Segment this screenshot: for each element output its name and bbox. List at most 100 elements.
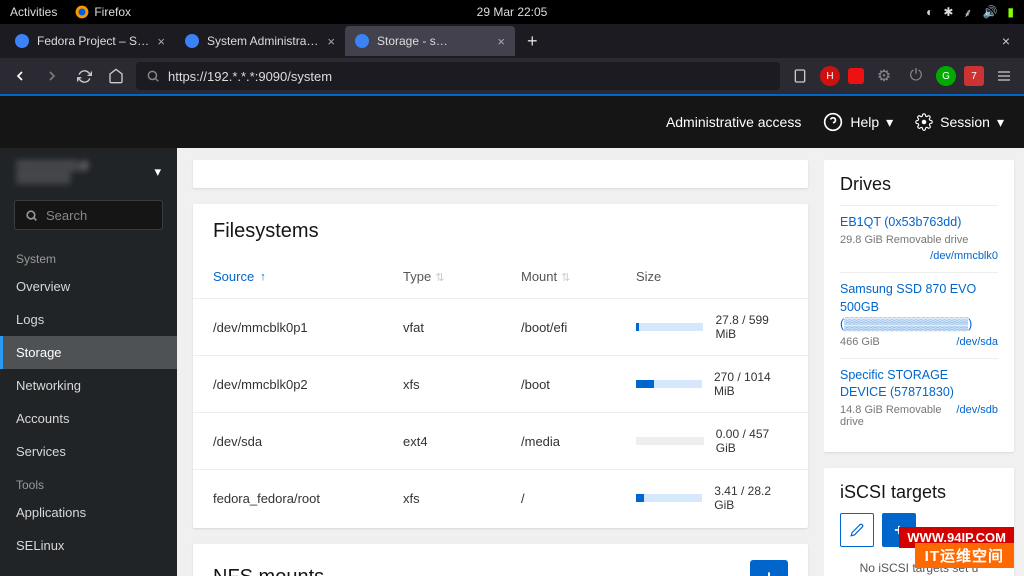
extension-icon[interactable]: H: [820, 66, 840, 86]
sidebar-group-label: Tools: [0, 468, 177, 496]
sidebar: ▒▒▒▒▒▒▒▒@ ▒▒▒▒▒▒▒ ▾ Search System Overvi…: [0, 148, 177, 576]
extension-icon[interactable]: G: [936, 66, 956, 86]
close-icon[interactable]: ×: [327, 34, 335, 49]
sidebar-item-selinux[interactable]: SELinux: [0, 529, 177, 562]
add-nfs-button[interactable]: [750, 560, 788, 576]
column-header-source[interactable]: Source ↑: [213, 269, 403, 284]
plus-icon: [761, 569, 777, 576]
browser-toolbar: https://192.*.*.*:9090/system H ⚙ ⏻ G 7: [0, 58, 1024, 94]
sidebar-item-services[interactable]: Services: [0, 435, 177, 468]
chevron-down-icon: ▾: [886, 114, 893, 131]
cell-size: 0.00 / 457 GiB: [716, 427, 788, 455]
volume-icon[interactable]: 🔊: [982, 5, 997, 19]
gear-icon: [915, 113, 933, 131]
activities-button[interactable]: Activities: [10, 5, 57, 19]
new-tab-button[interactable]: +: [515, 31, 550, 52]
wifi-icon[interactable]: ⸙: [963, 4, 972, 21]
cell-mount: /: [521, 491, 636, 506]
sort-icon: ⇅: [561, 272, 570, 284]
drive-item[interactable]: Samsung SSD 870 EVO 500GB (▒▒▒▒▒▒▒▒▒▒▒▒▒…: [840, 272, 998, 358]
reader-icon[interactable]: [788, 64, 812, 88]
browser-tab-bar: Fedora Project – Start Pag × System Admi…: [0, 24, 1024, 58]
reload-button[interactable]: [72, 64, 96, 88]
cockpit-header: Administrative access Help ▾ Session ▾: [0, 96, 1024, 148]
admin-access-label[interactable]: Administrative access: [666, 114, 801, 130]
sidebar-search[interactable]: Search: [14, 200, 163, 230]
active-app[interactable]: Firefox: [75, 5, 131, 19]
favicon-icon: [15, 34, 29, 48]
extension-icon[interactable]: ⚙: [872, 64, 896, 88]
close-icon[interactable]: ×: [497, 34, 505, 49]
system-tray[interactable]: ◐ ✱ ⸙ 🔊 ▮: [926, 4, 1014, 21]
table-row[interactable]: /dev/mmcblk0p2 xfs /boot 270 / 1014 MiB: [193, 355, 808, 412]
cell-size: 3.41 / 28.2 GiB: [714, 484, 788, 512]
forward-button[interactable]: [40, 64, 64, 88]
chevron-down-icon: ▾: [997, 114, 1004, 131]
sidebar-item-applications[interactable]: Applications: [0, 496, 177, 529]
card-title: NFS mounts: [213, 566, 324, 576]
home-button[interactable]: [104, 64, 128, 88]
browser-tab[interactable]: Fedora Project – Start Pag ×: [5, 26, 175, 56]
close-icon[interactable]: ×: [157, 34, 165, 49]
cell-mount: /boot: [521, 377, 636, 392]
sidebar-item-networking[interactable]: Networking: [0, 369, 177, 402]
sort-icon: ⇅: [435, 272, 444, 284]
sidebar-host-selector[interactable]: ▒▒▒▒▒▒▒▒@ ▒▒▒▒▒▒▒ ▾: [0, 148, 177, 196]
extension-icon[interactable]: ⏻: [904, 64, 928, 88]
sidebar-item-overview[interactable]: Overview: [0, 270, 177, 303]
battery-icon[interactable]: ▮: [1007, 5, 1014, 19]
sidebar-item-accounts[interactable]: Accounts: [0, 402, 177, 435]
cell-size: 270 / 1014 MiB: [714, 370, 788, 398]
card-title: Drives: [840, 174, 998, 195]
search-icon: [146, 69, 160, 83]
help-icon: [823, 112, 843, 132]
search-placeholder: Search: [46, 208, 87, 223]
sidebar-item-logs[interactable]: Logs: [0, 303, 177, 336]
gnome-top-bar: Activities Firefox 29 Mar 22:05 ◐ ✱ ⸙ 🔊 …: [0, 0, 1024, 24]
filesystems-table: Source ↑ Type⇅ Mount⇅ Size /dev/mmcblk0p…: [193, 255, 808, 526]
settings-tray-icon[interactable]: ✱: [943, 5, 953, 19]
table-row[interactable]: /dev/mmcblk0p1 vfat /boot/efi 27.8 / 599…: [193, 298, 808, 355]
menu-button[interactable]: [992, 64, 1016, 88]
usage-bar: [636, 494, 702, 502]
browser-tab[interactable]: System Administration – F ×: [175, 26, 345, 56]
column-header-mount[interactable]: Mount⇅: [521, 269, 636, 284]
extension-icon[interactable]: [848, 68, 864, 84]
sidebar-group-label: System: [0, 242, 177, 270]
iscsi-edit-button[interactable]: [840, 513, 874, 547]
cell-mount: /boot/efi: [521, 320, 636, 335]
cell-type: xfs: [403, 377, 521, 392]
clock[interactable]: 29 Mar 22:05: [477, 5, 548, 19]
back-button[interactable]: [8, 64, 32, 88]
card-title: iSCSI targets: [840, 482, 998, 503]
usage-bar: [636, 437, 704, 445]
table-row[interactable]: /dev/sda ext4 /media 0.00 / 457 GiB: [193, 412, 808, 469]
tray-icon[interactable]: ◐: [926, 5, 933, 19]
pencil-icon: [850, 523, 864, 537]
nfs-mounts-card: NFS mounts: [193, 544, 808, 576]
cell-type: xfs: [403, 491, 521, 506]
card: [193, 160, 808, 188]
filesystems-card: Filesystems Source ↑ Type⇅ Mount⇅ Size /…: [193, 204, 808, 528]
help-menu[interactable]: Help ▾: [823, 112, 893, 132]
drive-item[interactable]: EB1QT (0x53b763dd) 29.8 GiB Removable dr…: [840, 205, 998, 272]
window-close-button[interactable]: ×: [988, 33, 1024, 49]
column-header-type[interactable]: Type⇅: [403, 269, 521, 284]
card-title: Filesystems: [193, 204, 808, 255]
cell-source: fedora_fedora/root: [213, 491, 403, 506]
favicon-icon: [185, 34, 199, 48]
sidebar-item-storage[interactable]: Storage: [0, 336, 177, 369]
cell-source: /dev/sda: [213, 434, 403, 449]
cell-type: ext4: [403, 434, 521, 449]
tab-title: Fedora Project – Start Pag: [37, 34, 149, 48]
tab-title: Storage - s████████: [377, 34, 489, 48]
session-menu[interactable]: Session ▾: [915, 113, 1004, 131]
extension-icon[interactable]: 7: [964, 66, 984, 86]
column-header-size[interactable]: Size: [636, 269, 788, 284]
search-icon: [25, 209, 38, 222]
browser-tab[interactable]: Storage - s████████ ×: [345, 26, 515, 56]
table-row[interactable]: fedora_fedora/root xfs / 3.41 / 28.2 GiB: [193, 469, 808, 526]
drive-item[interactable]: Specific STORAGE DEVICE (57871830) 14.8 …: [840, 358, 998, 438]
url-input[interactable]: https://192.*.*.*:9090/system: [136, 62, 780, 90]
cell-source: /dev/mmcblk0p1: [213, 320, 403, 335]
